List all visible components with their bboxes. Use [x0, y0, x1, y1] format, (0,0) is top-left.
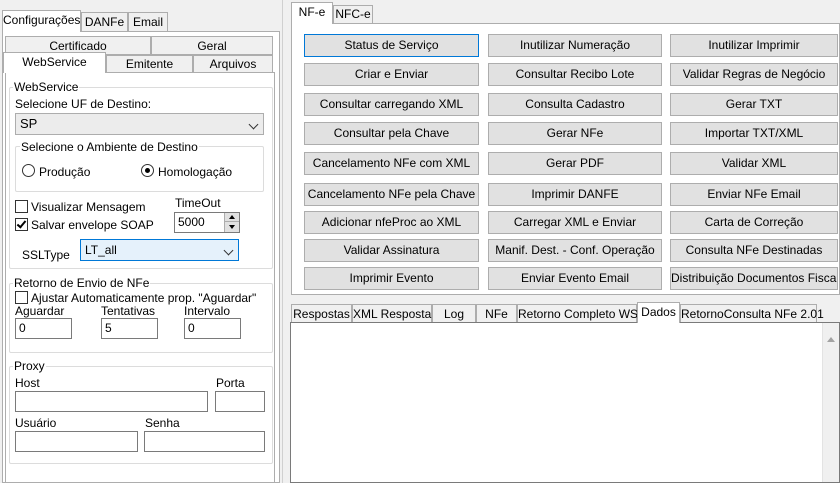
tab-nfe[interactable]: NF-e: [291, 2, 333, 24]
action-button[interactable]: Enviar NFe Email: [670, 183, 838, 206]
timeout-label: TimeOut: [175, 196, 221, 210]
action-button[interactable]: Cancelamento NFe com XML: [304, 152, 479, 175]
tentativas-field[interactable]: 5: [101, 318, 158, 339]
tab-webservice[interactable]: WebService: [3, 52, 106, 73]
tentativas-label: Tentativas: [101, 304, 156, 318]
action-button[interactable]: Distribuição Documentos Fiscais: [670, 267, 838, 290]
vertical-scrollbar[interactable]: [822, 323, 839, 482]
action-button[interactable]: Inutilizar Imprimir: [670, 34, 838, 57]
action-button[interactable]: Cancelamento NFe pela Chave: [304, 183, 479, 206]
webservice-group-title: WebService: [13, 80, 80, 94]
action-button[interactable]: Enviar Evento Email: [488, 267, 662, 290]
homologacao-label[interactable]: Homologação: [158, 165, 232, 179]
radio-selected-dot: [145, 168, 150, 173]
result-tab[interactable]: Dados: [637, 302, 680, 323]
uf-select[interactable]: SP: [15, 113, 264, 135]
result-tab[interactable]: Retorno Completo WS: [517, 304, 638, 323]
uf-label: Selecione UF de Destino:: [15, 97, 152, 111]
scroll-up-arrow-icon[interactable]: [827, 337, 835, 342]
ambiente-group-title: Selecione o Ambiente de Destino: [20, 140, 199, 154]
action-button[interactable]: Imprimir Evento: [304, 267, 479, 290]
action-button[interactable]: Validar Regras de Negócio: [670, 63, 838, 86]
uf-select-value: SP: [20, 116, 38, 131]
result-tab[interactable]: Log: [432, 304, 476, 323]
tab-geral[interactable]: Geral: [151, 36, 273, 55]
action-button[interactable]: Consultar pela Chave: [304, 122, 479, 145]
senha-label: Senha: [145, 416, 180, 430]
action-button[interactable]: Gerar NFe: [488, 122, 662, 145]
action-button[interactable]: Inutilizar Numeração: [488, 34, 662, 57]
tab-arquivos[interactable]: Arquivos: [193, 55, 273, 73]
retorno-group-title: Retorno de Envio de NFe: [13, 276, 151, 290]
usuario-label: Usuário: [15, 416, 57, 430]
dados-pane: [290, 322, 840, 483]
ajustar-checkbox[interactable]: [15, 291, 28, 304]
tab-email[interactable]: Email: [128, 12, 168, 32]
action-button[interactable]: Imprimir DANFE: [488, 183, 662, 206]
usuario-field[interactable]: [15, 431, 138, 452]
spin-down-icon[interactable]: [224, 222, 239, 232]
homologacao-radio[interactable]: [141, 164, 154, 177]
tab-configuracoes[interactable]: Configurações: [2, 10, 81, 32]
intervalo-label: Intervalo: [184, 304, 231, 318]
action-button[interactable]: Consulta NFe Destinadas: [670, 239, 838, 262]
proxy-group-title: Proxy: [13, 359, 46, 373]
action-button[interactable]: Validar Assinatura: [304, 239, 479, 262]
action-button[interactable]: Adicionar nfeProc ao XML: [304, 211, 479, 234]
action-button[interactable]: Status de Serviço: [304, 34, 479, 57]
dados-content[interactable]: [291, 323, 822, 482]
senha-field[interactable]: [144, 431, 265, 452]
ssltype-label: SSLType: [22, 248, 70, 262]
chevron-down-icon: [223, 245, 234, 256]
visualizar-mensagem-label[interactable]: Visualizar Mensagem: [31, 200, 146, 214]
ssltype-select-value: LT_all: [85, 243, 117, 257]
result-tab[interactable]: RetornoConsulta NFe 2.01: [680, 304, 824, 323]
result-tab[interactable]: NFe: [476, 304, 517, 323]
porta-field[interactable]: [215, 391, 265, 412]
checkmark-icon: [16, 218, 27, 229]
aguardar-field[interactable]: 0: [15, 318, 72, 339]
producao-label[interactable]: Produção: [39, 165, 90, 179]
tab-danfe[interactable]: DANFe: [81, 12, 128, 32]
tab-nfce[interactable]: NFC-e: [333, 5, 373, 23]
action-button[interactable]: Consulta Cadastro: [488, 93, 662, 116]
action-button[interactable]: Gerar PDF: [488, 152, 662, 175]
action-button[interactable]: Consultar carregando XML: [304, 93, 479, 116]
salvar-envelope-label[interactable]: Salvar envelope SOAP: [31, 218, 154, 232]
action-button[interactable]: Validar XML: [670, 152, 838, 175]
ssltype-select[interactable]: LT_all: [80, 239, 239, 261]
result-tab[interactable]: XML Resposta: [352, 304, 432, 323]
porta-label: Porta: [216, 376, 245, 390]
salvar-envelope-checkbox[interactable]: [15, 218, 28, 231]
action-button[interactable]: Criar e Enviar: [304, 63, 479, 86]
panel-splitter[interactable]: [282, 0, 288, 483]
aguardar-label: Aguardar: [15, 304, 65, 318]
host-label: Host: [15, 376, 40, 390]
intervalo-field[interactable]: 0: [184, 318, 241, 339]
action-button[interactable]: Importar TXT/XML: [670, 122, 838, 145]
action-button[interactable]: Gerar TXT: [670, 93, 838, 116]
bottom-splitter[interactable]: [288, 296, 840, 300]
producao-radio[interactable]: [22, 164, 35, 177]
action-button[interactable]: Manif. Dest. - Conf. Operação: [488, 239, 662, 262]
action-button[interactable]: Carregar XML e Enviar: [488, 211, 662, 234]
tab-emitente[interactable]: Emitente: [106, 55, 193, 73]
host-field[interactable]: [15, 391, 208, 412]
chevron-down-icon: [248, 119, 259, 130]
action-button[interactable]: Consultar Recibo Lote: [488, 63, 662, 86]
spin-up-icon[interactable]: [224, 213, 239, 222]
result-tab[interactable]: Respostas: [291, 304, 352, 323]
visualizar-mensagem-checkbox[interactable]: [15, 200, 28, 213]
timeout-spinner[interactable]: 5000: [174, 212, 240, 233]
timeout-value: 5000: [178, 215, 205, 229]
ajustar-label[interactable]: Ajustar Automaticamente prop. "Aguardar": [31, 291, 256, 305]
action-button[interactable]: Carta de Correção: [670, 211, 838, 234]
